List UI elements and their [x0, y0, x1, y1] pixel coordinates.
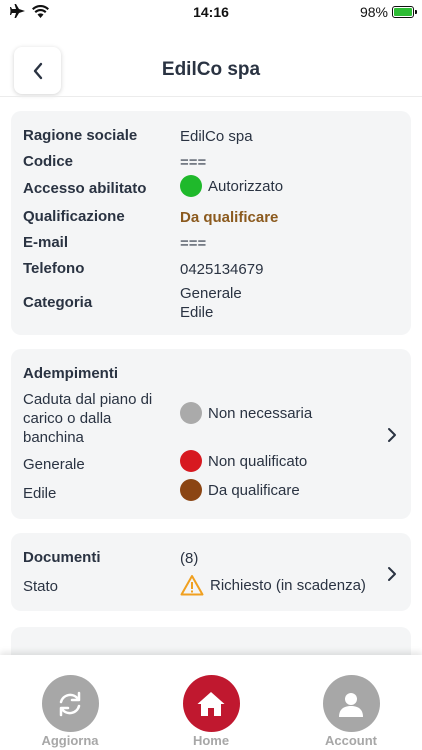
- value-qualificazione: Da qualificare: [180, 209, 279, 226]
- documenti-stato-value: Richiesto (in scadenza): [180, 574, 366, 596]
- adempimento-value-caduta: Non necessaria: [180, 402, 312, 424]
- status-bar: 14:16 98%: [0, 0, 422, 26]
- tab-label-aggiorna: Aggiorna: [41, 733, 99, 748]
- label-ragione-sociale: Ragione sociale: [23, 127, 138, 144]
- adempimenti-title: Adempimenti: [23, 365, 119, 382]
- status-dot-authorized: [180, 175, 202, 197]
- documenti-count: (8): [180, 550, 199, 567]
- user-icon: [339, 692, 363, 717]
- documenti-stato-label: Stato: [23, 578, 59, 595]
- tab-label-account: Account: [325, 733, 377, 748]
- refresh-icon: [59, 691, 81, 716]
- value-ragione-sociale: EdilCo spa: [180, 128, 253, 145]
- status-dot-to-qualify: [180, 479, 202, 501]
- value-email: ===: [180, 235, 207, 252]
- value-categoria-1: Generale: [180, 285, 242, 302]
- value-telefono: 0425134679: [180, 261, 264, 278]
- label-qualificazione: Qualificazione: [23, 208, 125, 225]
- documenti-card[interactable]: Documenti (8) Stato Richiesto (in scaden…: [11, 533, 411, 611]
- status-dot-not-needed: [180, 402, 202, 424]
- chevron-right-icon: [388, 567, 396, 581]
- status-dot-not-qualified: [180, 450, 202, 472]
- tab-account[interactable]: Account: [311, 675, 391, 748]
- adempimento-value-generale: Non qualificato: [180, 450, 307, 472]
- label-email: E-mail: [23, 234, 69, 251]
- home-icon: [197, 691, 225, 716]
- tab-label-home: Home: [192, 733, 230, 748]
- adempimento-label-generale: Generale: [23, 456, 85, 473]
- adempimenti-card[interactable]: Adempimenti Caduta dal piano di carico o…: [11, 349, 411, 519]
- page-title: EdilCo spa: [161, 59, 261, 80]
- company-info-card: Ragione sociale EdilCo spa Codice === Ac…: [11, 111, 411, 335]
- label-codice: Codice: [23, 153, 74, 170]
- value-categoria-2: Edile: [180, 304, 214, 321]
- battery-icon: [392, 6, 417, 18]
- label-categoria: Categoria: [23, 294, 93, 311]
- adempimento-value-edile: Da qualificare: [180, 479, 300, 501]
- chevron-right-icon: [388, 428, 396, 442]
- header: EdilCo spa: [0, 44, 422, 96]
- status-time: 14:16: [193, 4, 229, 20]
- documenti-title: Documenti: [23, 549, 101, 566]
- value-accesso: Autorizzato: [180, 175, 283, 197]
- tab-aggiorna[interactable]: Aggiorna: [30, 675, 110, 748]
- battery-percent: 98%: [359, 4, 388, 20]
- label-telefono: Telefono: [23, 260, 85, 277]
- adempimento-label-caduta-3: banchina: [23, 429, 84, 446]
- value-codice: ===: [180, 154, 207, 171]
- label-accesso: Accesso abilitato: [23, 180, 147, 197]
- adempimento-label-caduta-1: Caduta dal piano di: [23, 391, 153, 408]
- status-icons-right: 98%: [359, 4, 417, 20]
- tab-bar: Aggiorna Home Account: [0, 655, 422, 750]
- tab-home[interactable]: Home: [171, 675, 251, 748]
- adempimento-label-caduta-2: carico o dalla: [23, 410, 112, 427]
- warning-icon: [180, 575, 204, 596]
- adempimento-label-edile: Edile: [23, 485, 57, 502]
- header-divider: [0, 96, 422, 97]
